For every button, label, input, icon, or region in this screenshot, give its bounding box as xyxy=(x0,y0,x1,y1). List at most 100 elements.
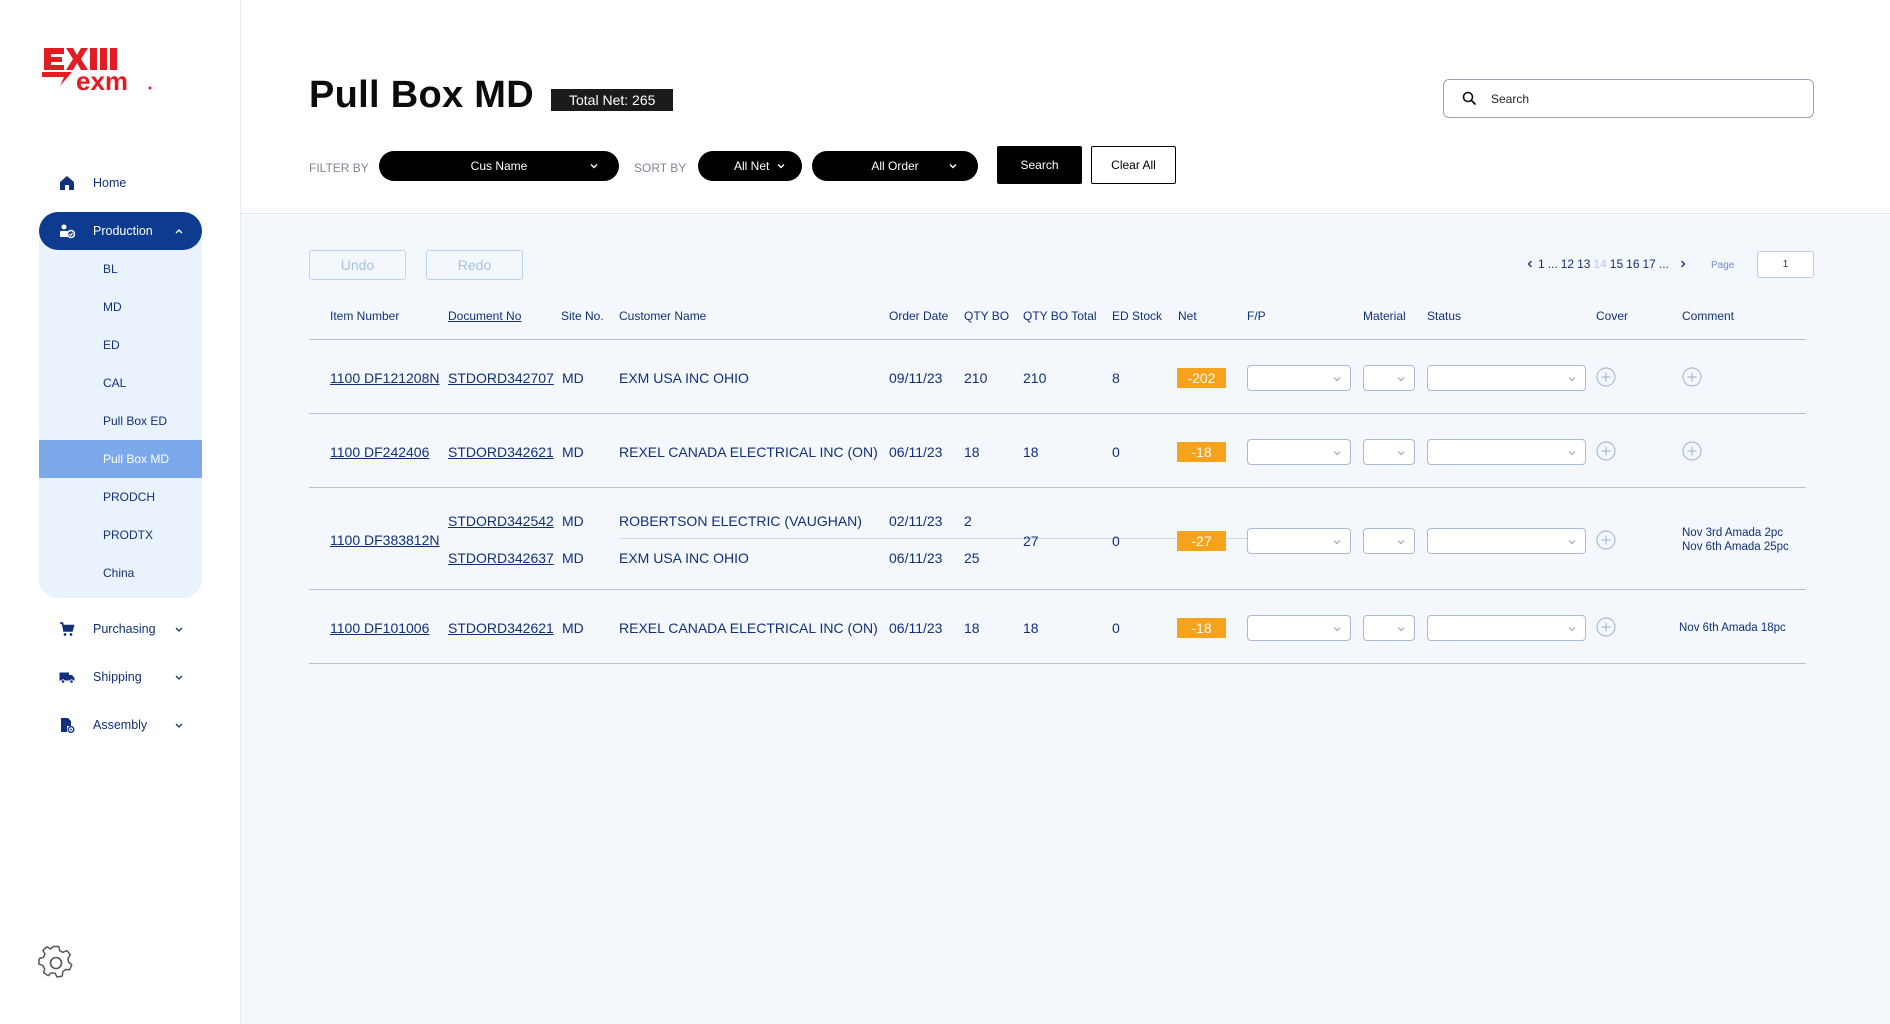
sidebar-subitem-bl[interactable]: BL xyxy=(39,250,202,288)
status-dropdown[interactable] xyxy=(1427,439,1586,465)
add-cover-plus-icon[interactable] xyxy=(1596,530,1616,550)
chevron-down-icon xyxy=(777,164,785,169)
fp-dropdown[interactable] xyxy=(1247,365,1351,391)
clear-all-button[interactable]: Clear All xyxy=(1091,146,1176,184)
sidebar: exm Home Production BL MD ED CAL Pull Bo… xyxy=(0,0,241,1024)
add-comment-plus-icon[interactable] xyxy=(1682,441,1702,461)
chevron-down-icon xyxy=(949,164,957,169)
sidebar-item-home[interactable]: Home xyxy=(39,164,202,202)
item-number-link[interactable]: 1100 DF121208N xyxy=(330,370,439,386)
page-link[interactable]: 13 xyxy=(1577,257,1590,271)
chevron-down-icon[interactable] xyxy=(174,672,184,682)
filter-customer-dropdown[interactable]: Cus Name xyxy=(379,151,619,181)
fp-dropdown[interactable] xyxy=(1247,528,1351,554)
fp-dropdown[interactable] xyxy=(1247,439,1351,465)
sort-order-value: All Order xyxy=(871,159,919,173)
status-dropdown[interactable] xyxy=(1427,528,1586,554)
item-number-link[interactable]: 1100 DF242406 xyxy=(330,444,429,460)
sidebar-subitem-cal[interactable]: CAL xyxy=(39,364,202,402)
chevron-down-icon[interactable] xyxy=(174,720,184,730)
site-no: MD xyxy=(562,550,584,566)
column-header-fp: F/P xyxy=(1247,309,1266,323)
chevron-down-icon xyxy=(1333,627,1341,632)
comment-text: Nov 6th Amada 25pc xyxy=(1682,541,1789,553)
page-link[interactable]: 16 xyxy=(1626,257,1639,271)
column-header-comment: Comment xyxy=(1682,309,1735,323)
column-header-document-no[interactable]: Document No xyxy=(448,309,521,323)
sidebar-subitem-md[interactable]: MD xyxy=(39,288,202,326)
page-link[interactable]: 12 xyxy=(1561,257,1574,271)
material-dropdown[interactable] xyxy=(1363,615,1415,641)
undo-button[interactable]: Undo xyxy=(309,250,406,280)
search-input[interactable] xyxy=(1491,91,1791,106)
page-link[interactable]: 15 xyxy=(1610,257,1623,271)
qty-bo: 2 xyxy=(964,513,972,529)
sidebar-item-shipping[interactable]: Shipping xyxy=(39,658,202,696)
chevron-down-icon xyxy=(1397,540,1405,545)
row-divider xyxy=(309,589,1806,590)
fp-dropdown[interactable] xyxy=(1247,615,1351,641)
chevron-down-icon xyxy=(1397,377,1405,382)
add-cover-plus-icon[interactable] xyxy=(1596,367,1616,387)
site-no: MD xyxy=(562,620,584,636)
chevron-down-icon[interactable] xyxy=(174,624,184,634)
item-number-link[interactable]: 1100 DF383812N xyxy=(330,532,439,548)
document-no-link[interactable]: STDORD342542 xyxy=(448,513,554,529)
search-box[interactable] xyxy=(1443,79,1814,118)
settings-gear-icon[interactable] xyxy=(37,945,74,981)
document-no-link[interactable]: STDORD342707 xyxy=(448,370,554,386)
material-dropdown[interactable] xyxy=(1363,528,1415,554)
material-dropdown[interactable] xyxy=(1363,365,1415,391)
row-divider xyxy=(309,413,1806,414)
cart-icon xyxy=(59,621,75,637)
sort-net-dropdown[interactable]: All Net xyxy=(698,151,802,181)
material-dropdown[interactable] xyxy=(1363,439,1415,465)
document-no-link[interactable]: STDORD342621 xyxy=(448,444,554,460)
sidebar-item-label: Purchasing xyxy=(93,622,156,636)
customer-name: EXM USA INC OHIO xyxy=(619,550,749,566)
sidebar-item-label: Shipping xyxy=(93,670,142,684)
sidebar-subitem-china[interactable]: China xyxy=(39,554,202,592)
row-divider xyxy=(309,487,1806,488)
page-number-input[interactable] xyxy=(1757,251,1814,278)
page-link[interactable]: 17 xyxy=(1643,257,1656,271)
sidebar-item-production[interactable]: Production xyxy=(39,212,202,250)
document-no-link[interactable]: STDORD342621 xyxy=(448,620,554,636)
column-header-customer-name: Customer Name xyxy=(619,309,707,323)
chevron-left-icon[interactable] xyxy=(1525,259,1535,269)
chevron-down-icon xyxy=(1568,627,1576,632)
document-no-link[interactable]: STDORD342637 xyxy=(448,550,554,566)
sidebar-subitem-ed[interactable]: ED xyxy=(39,326,202,364)
page-current: 14 xyxy=(1593,257,1607,271)
status-dropdown[interactable] xyxy=(1427,365,1586,391)
page-link[interactable]: 1 xyxy=(1538,257,1545,271)
net-badge: -27 xyxy=(1177,531,1226,551)
sort-order-dropdown[interactable]: All Order xyxy=(812,151,978,181)
net-badge: -18 xyxy=(1177,618,1226,638)
production-group: Production BL MD ED CAL Pull Box ED Pull… xyxy=(39,212,202,598)
add-cover-plus-icon[interactable] xyxy=(1596,441,1616,461)
redo-button[interactable]: Redo xyxy=(426,250,523,280)
svg-text:exm: exm xyxy=(76,66,128,94)
search-button[interactable]: Search xyxy=(997,146,1082,184)
sidebar-subitem-pull-box-md[interactable]: Pull Box MD xyxy=(39,440,202,478)
ed-stock: 0 xyxy=(1112,533,1120,549)
sidebar-subitem-pull-box-ed[interactable]: Pull Box ED xyxy=(39,402,202,440)
qty-bo-total: 18 xyxy=(1023,444,1039,460)
customer-name: ROBERTSON ELECTRIC (VAUGHAN) xyxy=(619,513,862,529)
sidebar-subitem-prodch[interactable]: PRODCH xyxy=(39,478,202,516)
qty-bo: 18 xyxy=(964,444,980,460)
sidebar-subitem-prodtx[interactable]: PRODTX xyxy=(39,516,202,554)
add-comment-plus-icon[interactable] xyxy=(1682,367,1702,387)
sidebar-item-assembly[interactable]: Assembly xyxy=(39,706,202,744)
sidebar-item-purchasing[interactable]: Purchasing xyxy=(39,610,202,648)
status-dropdown[interactable] xyxy=(1427,615,1586,641)
column-header-cover: Cover xyxy=(1596,309,1629,323)
chevron-up-icon[interactable] xyxy=(174,226,184,236)
qty-bo-total: 27 xyxy=(1023,533,1039,549)
add-cover-plus-icon[interactable] xyxy=(1596,617,1616,637)
chevron-right-icon[interactable] xyxy=(1678,259,1688,269)
production-icon xyxy=(59,223,75,239)
item-number-link[interactable]: 1100 DF101006 xyxy=(330,620,429,636)
exm-logo[interactable]: exm xyxy=(42,44,154,96)
